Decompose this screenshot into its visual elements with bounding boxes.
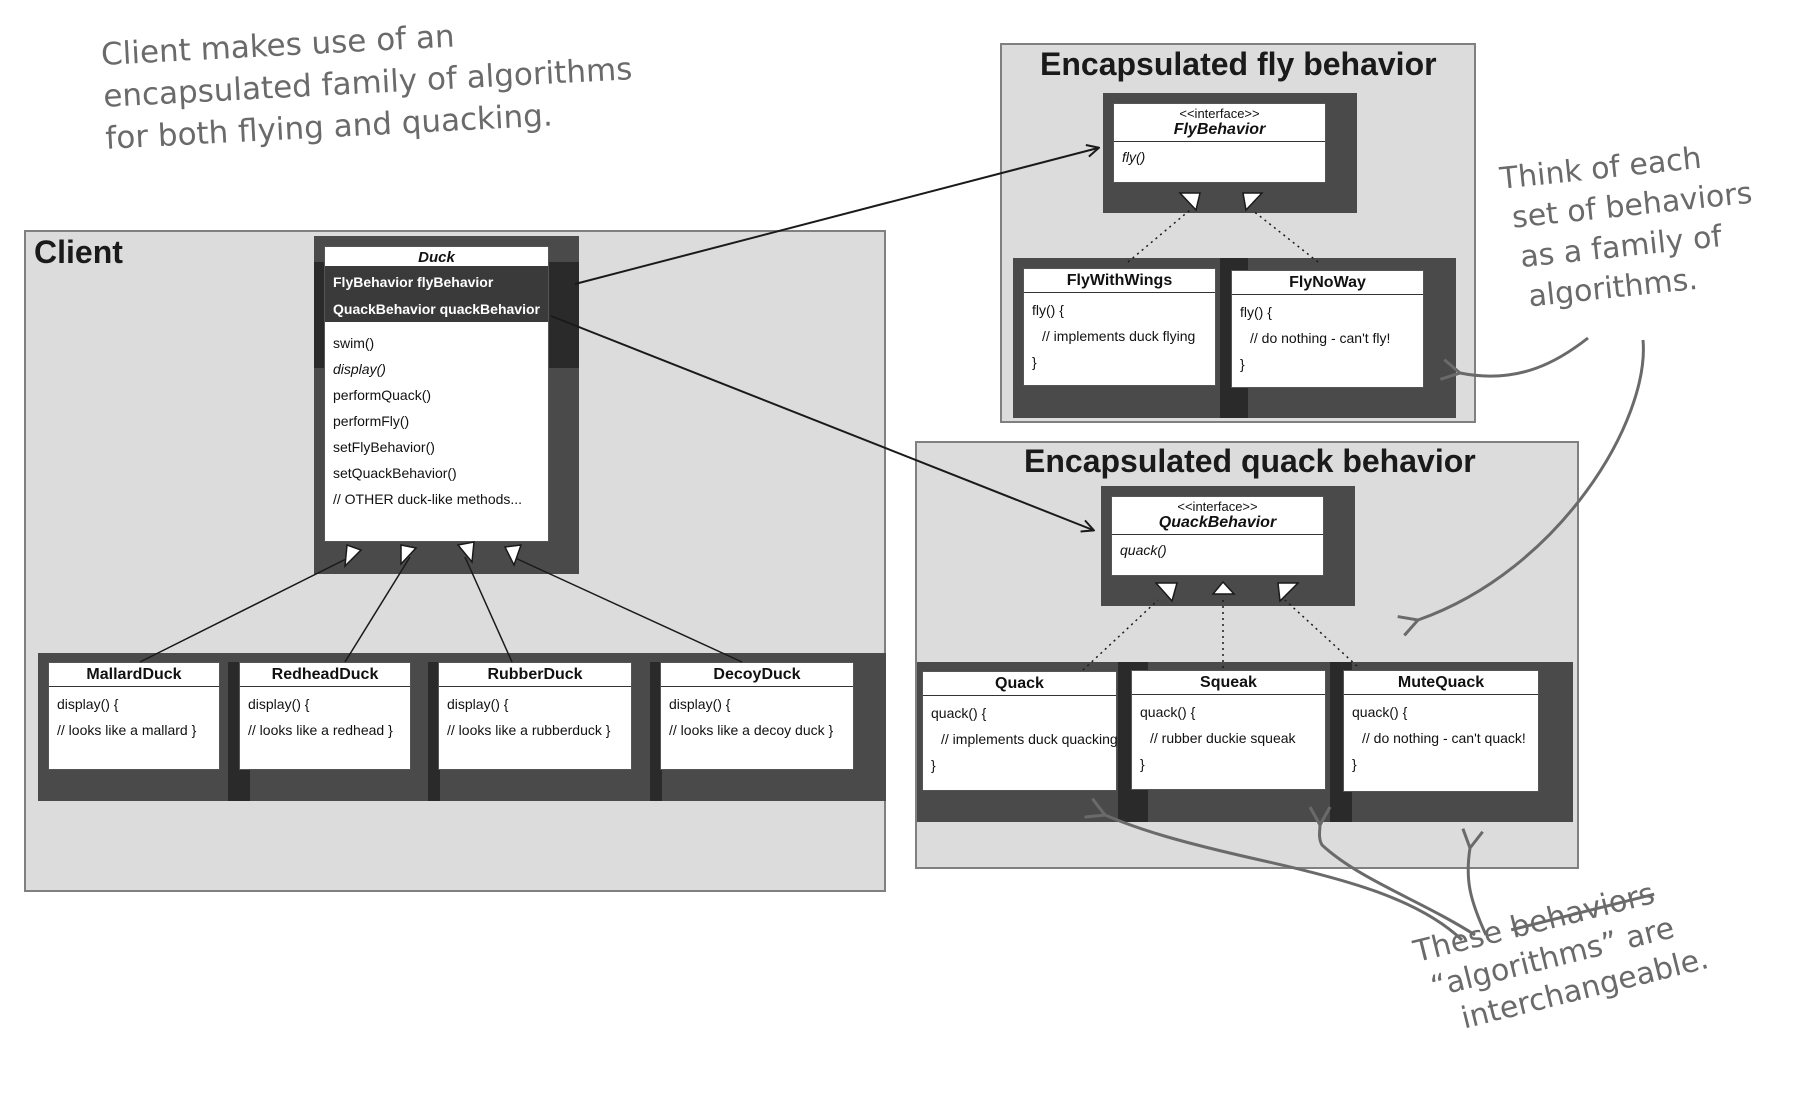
duck-inheritance-triangles [344,541,523,569]
interchange-arrow-quack [1084,797,1464,942]
quack-realization-lines [1082,596,1358,671]
family-note-arrow-1 [1439,336,1589,381]
family-note: Think of each set of behaviors as a fami… [1498,134,1763,319]
quack-association-arrow [550,315,1093,530]
fly-association-arrow [574,148,1098,285]
duck-inheritance-lines [139,556,743,663]
fly-realization-triangles [1178,192,1264,212]
fly-realization-lines [1127,209,1319,263]
family-note-arrow-2 [1397,339,1645,637]
quack-realization-triangles [1154,580,1300,603]
